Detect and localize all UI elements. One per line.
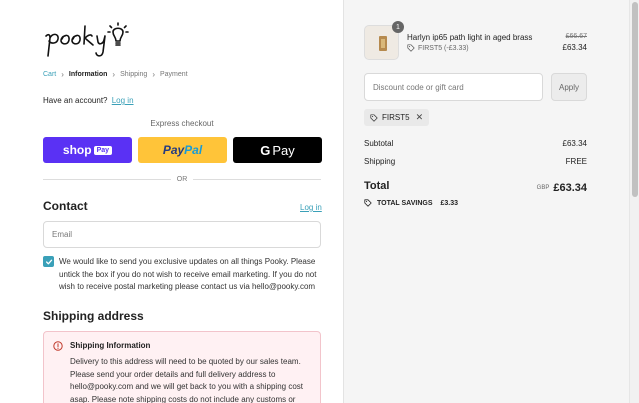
product-price: £63.34 [562,43,587,52]
contact-title: Contact [43,199,88,213]
google-pay-button[interactable]: G Pay [233,137,322,163]
paypal-word-1: Pay [162,143,185,157]
google-g-icon: G [260,142,271,158]
login-link[interactable]: Log in [112,96,134,105]
breadcrumb-shipping: Shipping [120,71,148,78]
marketing-consent-checkbox[interactable] [43,256,54,267]
tag-icon [407,44,415,52]
divider-line [193,178,321,180]
scrollbar[interactable] [629,0,639,403]
total-label: Total [364,180,390,192]
alert-circle-icon [53,341,63,351]
alert-title: Shipping Information [70,341,151,350]
breadcrumb-payment: Payment [160,71,188,78]
remove-discount-icon[interactable]: ✕ [416,112,424,123]
total-currency: GBP [536,184,550,191]
applied-discount-chip: FIRST5 ✕ [364,109,430,126]
google-pay-word: Pay [272,142,295,158]
subtotal-value: £63.34 [562,139,587,148]
chevron-right-icon: › [112,70,116,79]
total-savings: TOTAL SAVINGS £3.33 [364,199,458,207]
breadcrumb-cart[interactable]: Cart [43,71,56,78]
product-image-detail [381,39,385,48]
contact-login-link[interactable]: Log in [300,203,322,212]
product-discount: FIRST5 (-£3.33) [407,44,469,52]
express-checkout-label: Express checkout [150,119,214,128]
apply-button[interactable]: Apply [551,73,587,101]
email-input[interactable] [43,221,321,248]
shop-pay-badge: Pay [93,145,113,155]
shipping-value: FREE [565,157,587,166]
shop-pay-word: shop [62,143,92,157]
total-value: £63.34 [553,181,587,194]
paypal-word-2: Pal [184,143,203,157]
shipping-label: Shipping [364,157,396,166]
scrollbar-thumb[interactable] [632,2,638,197]
shipping-info-alert: Shipping Information Delivery to this ad… [43,331,321,403]
shop-pay-button[interactable]: shop Pay [43,137,132,163]
discount-code-input[interactable] [364,73,543,101]
pooky-logo[interactable] [42,22,158,62]
product-name: Harlyn ip65 path light in aged brass [407,33,533,42]
divider-line [43,178,171,180]
breadcrumb: Cart › Information › Shipping › Payment [43,70,188,79]
quantity-badge: 1 [392,21,404,33]
checkmark-icon [45,259,52,264]
alert-body: Delivery to this address will need to be… [70,357,303,403]
or-text: OR [176,175,188,183]
marketing-consent-text: We would like to send you exclusive upda… [59,257,317,291]
tag-icon [370,113,378,122]
account-prompt: Have an account? Log in [43,96,134,105]
shipping-address-title: Shipping address [43,309,144,323]
tag-icon [364,199,372,207]
total-savings-value: £3.33 [440,199,459,207]
paypal-button[interactable]: Pay Pal [138,137,227,163]
or-divider: OR [43,174,321,184]
breadcrumb-information: Information [68,71,108,78]
subtotal-label: Subtotal [364,139,394,148]
original-price: £66.67 [565,33,587,40]
chevron-right-icon: › [152,70,155,79]
applied-discount-code: FIRST5 [382,113,410,122]
total-amount: GBP £63.34 [500,179,587,197]
account-prompt-text: Have an account? [43,96,108,105]
chevron-right-icon: › [61,70,64,79]
total-savings-label: TOTAL SAVINGS [377,199,433,207]
product-discount-text: FIRST5 (-£3.33) [418,44,469,52]
